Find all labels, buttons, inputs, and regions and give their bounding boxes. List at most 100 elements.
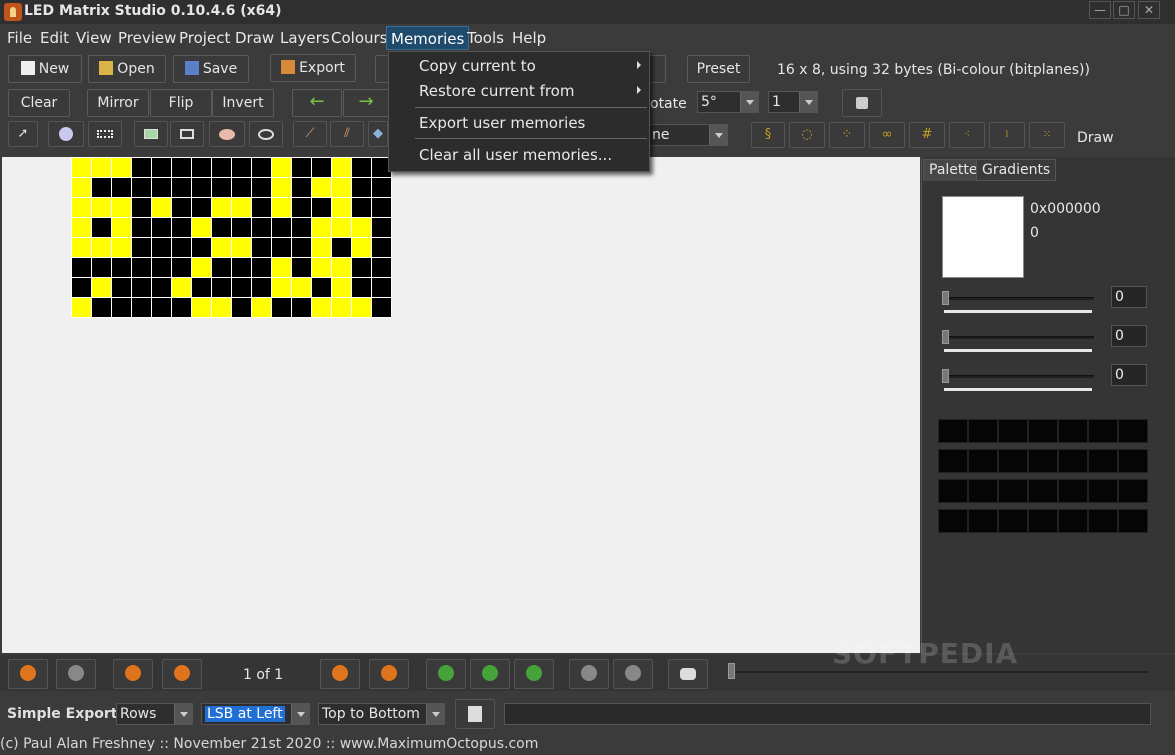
led-cell[interactable]	[152, 158, 172, 178]
led-cell[interactable]	[292, 198, 312, 218]
led-cell[interactable]	[332, 278, 352, 298]
tool-steps[interactable]: ⁞	[989, 122, 1025, 148]
export-rows-select[interactable]: Rows	[116, 703, 193, 725]
add-frame-button[interactable]	[426, 659, 466, 689]
shift-right-button[interactable]: →	[343, 89, 389, 117]
led-cell[interactable]	[252, 278, 272, 298]
led-cell[interactable]	[192, 178, 212, 198]
copy-current-to-item[interactable]: Copy current to	[419, 57, 536, 75]
led-cell[interactable]	[292, 158, 312, 178]
led-cell[interactable]	[152, 298, 172, 318]
green-slider[interactable]	[944, 336, 1094, 339]
led-cell[interactable]	[232, 258, 252, 278]
palette-swatch[interactable]	[1028, 509, 1058, 533]
frame-slider-thumb[interactable]	[728, 663, 735, 679]
hidden-toolbar-button[interactable]	[375, 55, 389, 83]
led-cell[interactable]	[352, 178, 372, 198]
led-cell[interactable]	[352, 218, 372, 238]
led-cell[interactable]	[372, 298, 392, 318]
led-cell[interactable]	[272, 198, 292, 218]
invert-button[interactable]: Invert	[212, 89, 274, 117]
led-cell[interactable]	[112, 258, 132, 278]
led-cell[interactable]	[212, 298, 232, 318]
led-cell[interactable]	[152, 278, 172, 298]
led-cell[interactable]	[292, 178, 312, 198]
menu-edit[interactable]: Edit	[36, 26, 73, 50]
tab-palette[interactable]: Palette	[923, 159, 984, 181]
led-cell[interactable]	[232, 178, 252, 198]
led-cell[interactable]	[132, 198, 152, 218]
led-cell[interactable]	[172, 198, 192, 218]
led-cell[interactable]	[372, 258, 392, 278]
led-cell[interactable]	[232, 218, 252, 238]
led-cell[interactable]	[352, 258, 372, 278]
led-cell[interactable]	[72, 278, 92, 298]
led-cell[interactable]	[292, 278, 312, 298]
open-button[interactable]: Open	[88, 55, 166, 83]
led-cell[interactable]	[92, 198, 112, 218]
led-cell[interactable]	[332, 258, 352, 278]
led-cell[interactable]	[332, 238, 352, 258]
led-cell[interactable]	[372, 238, 392, 258]
menu-view[interactable]: View	[72, 26, 116, 50]
tool-pattern[interactable]	[88, 121, 122, 147]
blue-slider[interactable]	[944, 375, 1094, 378]
led-cell[interactable]	[212, 278, 232, 298]
led-cell[interactable]	[332, 178, 352, 198]
copy-to-clipboard-button[interactable]	[455, 699, 495, 729]
led-cell[interactable]	[112, 158, 132, 178]
led-cell[interactable]	[352, 158, 372, 178]
export-lsb-select[interactable]: LSB at Left	[201, 703, 310, 725]
led-cell[interactable]	[92, 218, 112, 238]
palette-swatch[interactable]	[938, 509, 968, 533]
led-cell[interactable]	[152, 178, 172, 198]
led-cell[interactable]	[152, 238, 172, 258]
led-cell[interactable]	[152, 258, 172, 278]
led-cell[interactable]	[252, 198, 272, 218]
palette-swatch[interactable]	[1088, 449, 1118, 473]
tool-pyramid[interactable]: ⁖	[949, 122, 985, 148]
led-cell[interactable]	[72, 218, 92, 238]
led-cell[interactable]	[252, 178, 272, 198]
palette-swatch[interactable]	[1118, 479, 1148, 503]
led-cell[interactable]	[272, 218, 292, 238]
led-cell[interactable]	[92, 278, 112, 298]
led-cell[interactable]	[212, 218, 232, 238]
led-cell[interactable]	[232, 158, 252, 178]
led-cell[interactable]	[312, 198, 332, 218]
first-frame-button[interactable]	[113, 659, 153, 689]
led-cell[interactable]	[172, 178, 192, 198]
led-cell[interactable]	[272, 298, 292, 318]
blue-value[interactable]: 0	[1111, 364, 1147, 386]
menu-preview[interactable]: Preview	[114, 26, 180, 50]
led-cell[interactable]	[112, 178, 132, 198]
led-cell[interactable]	[132, 178, 152, 198]
close-button[interactable]: ✕	[1138, 1, 1160, 19]
led-cell[interactable]	[232, 278, 252, 298]
menu-layers[interactable]: Layers	[276, 26, 334, 50]
led-cell[interactable]	[172, 258, 192, 278]
maximize-button[interactable]: □	[1113, 1, 1135, 19]
led-cell[interactable]	[92, 258, 112, 278]
led-cell[interactable]	[232, 298, 252, 318]
led-cell[interactable]	[272, 258, 292, 278]
rotate-angle-select[interactable]: 5°	[697, 91, 759, 113]
palette-swatch[interactable]	[968, 479, 998, 503]
menu-tools[interactable]: Tools	[463, 26, 508, 50]
palette-swatch[interactable]	[1028, 419, 1058, 443]
tool-rect[interactable]	[170, 121, 204, 147]
rotate-count-select[interactable]: 1	[768, 91, 818, 113]
palette-swatch[interactable]	[998, 449, 1028, 473]
flip-button[interactable]: Flip	[150, 89, 212, 117]
led-cell[interactable]	[132, 278, 152, 298]
led-cell[interactable]	[92, 238, 112, 258]
led-cell[interactable]	[132, 158, 152, 178]
led-cell[interactable]	[252, 158, 272, 178]
export-button[interactable]: Export	[270, 54, 356, 82]
green-slider-thumb[interactable]	[942, 330, 949, 344]
menu-memories[interactable]: Memories	[386, 26, 470, 50]
led-cell[interactable]	[292, 218, 312, 238]
led-cell[interactable]	[372, 278, 392, 298]
green-value[interactable]: 0	[1111, 325, 1147, 347]
led-cell[interactable]	[172, 278, 192, 298]
